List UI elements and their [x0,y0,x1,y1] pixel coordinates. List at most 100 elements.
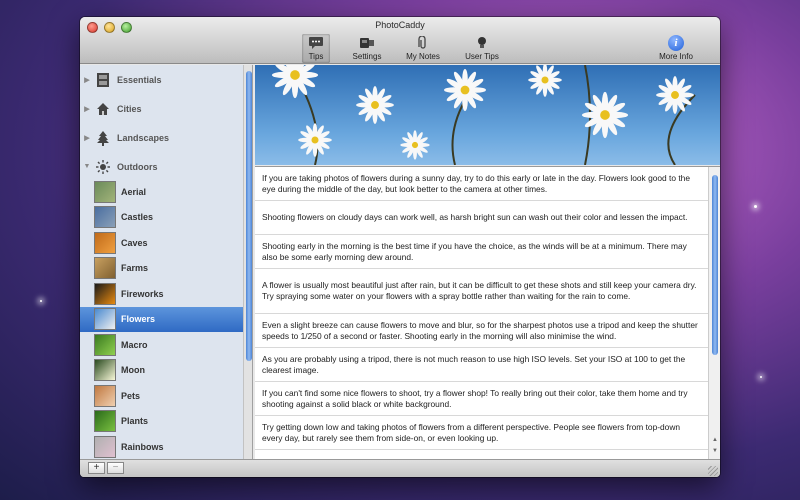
toolbar-more-info-label: More Info [659,52,693,61]
flower-center [541,76,549,84]
toolbar-my-notes-label: My Notes [406,52,440,61]
sidebar-item-label: Pets [121,390,141,401]
sidebar-item-macro[interactable]: Macro [80,332,243,357]
thumbnail-image [94,333,116,356]
desktop-star [754,205,757,208]
sidebar: ▶ Essentials ▶ Cities ▶ Landscapes ▼ Out… [80,65,253,459]
toolbar-user-tips-label: User Tips [465,52,499,61]
window-title: PhotoCaddy [375,20,425,30]
toolbar-more-info-button[interactable]: i More Info [655,34,697,63]
tip-text: A flower is usually most beautiful just … [262,280,697,301]
add-button[interactable]: + [88,462,105,474]
toolbar-tips-button[interactable]: Tips [302,34,330,63]
tip-text: Shooting flowers on cloudy days can work… [262,212,688,222]
sidebar-item-farms[interactable]: Farms [80,256,243,281]
thumbnail-image [94,206,116,228]
thumbnail-image [94,257,116,279]
thumbnail-image [94,180,116,203]
bottom-bar: + − [80,459,720,477]
disclosure-triangle-icon[interactable]: ▶ [80,105,94,113]
tip-item: Even a slight breeze can cause flowers t… [255,314,708,348]
camera-icon [359,36,375,50]
desktop-star [40,300,42,302]
sidebar-group-landscapes[interactable]: ▶ Landscapes [80,125,243,150]
paperclip-icon [415,36,431,50]
sidebar-item-moon[interactable]: Moon [80,358,243,383]
tip-text: Shooting early in the morning is the bes… [262,240,687,262]
sidebar-item-label: Macro [121,339,148,350]
sidebar-group-label: Landscapes [117,132,170,143]
thumbnail-image [94,231,116,254]
sidebar-group-essentials[interactable]: ▶ Essentials [80,67,243,92]
tree-icon [94,129,112,147]
sidebar-item-label: Fireworks [121,288,164,299]
info-glyph: i [668,35,684,51]
tips-list: If you are taking photos of flowers duri… [255,166,720,459]
sidebar-item-castles[interactable]: Castles [80,205,243,230]
tip-item: If you are taking photos of flowers duri… [255,167,708,201]
flower-center [371,101,379,109]
sidebar-group-outdoors[interactable]: ▼ Outdoors [80,154,243,179]
flower-center [600,110,610,120]
lightbulb-icon [474,36,490,50]
toolbar-user-tips-button[interactable]: User Tips [462,34,502,63]
thumbnail-image [94,410,116,432]
disclosure-triangle-icon[interactable]: ▼ [80,163,94,170]
sidebar-group-label: Outdoors [117,161,158,172]
sidebar-item-plants[interactable]: Plants [80,409,243,434]
tip-text: If you are taking photos of flowers duri… [262,172,690,194]
tip-text: If you can't find some nice flowers to s… [262,387,688,409]
thumbnail-image [94,384,116,407]
sidebar-item-aerial[interactable]: Aerial [80,179,243,204]
app-window: PhotoCaddy Tips Settings My Notes User T… [80,17,720,477]
scroll-up-arrow-icon[interactable]: ▲ [710,437,720,443]
speech-bubble-icon [308,36,324,50]
sun-icon [94,158,112,176]
sidebar-item-label: Moon [121,365,145,375]
film-icon [94,71,112,89]
resize-grip-icon[interactable] [708,466,718,476]
sidebar-item-label: Farms [121,263,149,273]
sidebar-group-label: Cities [117,103,142,114]
tip-item: Try getting down low and taking photos o… [255,416,708,450]
sidebar-item-label: Flowers [121,314,156,324]
flower-center [671,91,679,99]
remove-button[interactable]: − [107,462,124,474]
sidebar-item-label: Caves [121,237,148,248]
tip-item: Shooting early in the morning is the bes… [255,235,708,269]
flower-center [411,141,419,149]
thumbnail-image [94,308,116,330]
sidebar-item-label: Castles [121,212,154,222]
scroll-down-arrow-icon[interactable]: ▼ [710,448,720,454]
desktop-star [760,376,762,378]
toolbar-settings-button[interactable]: Settings [349,34,385,63]
sidebar-scroll-thumb[interactable] [246,71,252,361]
tip-item: A flower is usually most beautiful just … [255,269,708,314]
tips-scroll-thumb[interactable] [712,175,718,355]
sidebar-item-label: Aerial [121,186,147,197]
house-icon [94,100,112,118]
sidebar-item-pets[interactable]: Pets [80,383,243,408]
tips-scrollbar[interactable]: ▲ ▼ [708,167,720,459]
flower-center [290,70,300,80]
thumbnail-image [94,359,116,381]
thumbnail-image [94,435,116,458]
toolbar-settings-label: Settings [352,52,382,61]
sidebar-item-label: Plants [121,416,149,426]
sidebar-group-cities[interactable]: ▶ Cities [80,96,243,121]
info-icon: i [668,35,684,51]
tip-item: Shooting flowers on cloudy days can work… [255,201,708,235]
sidebar-item-flowers[interactable]: Flowers [80,306,243,332]
sidebar-scrollbar[interactable] [243,65,252,459]
sidebar-group-label: Essentials [117,74,162,85]
disclosure-triangle-icon[interactable]: ▶ [80,76,94,84]
disclosure-triangle-icon[interactable]: ▶ [80,134,94,142]
thumbnail-image [94,282,116,305]
sidebar-item-caves[interactable]: Caves [80,230,243,255]
flower-center [311,136,319,144]
sidebar-item-rainbows[interactable]: Rainbows [80,434,243,459]
titlebar: PhotoCaddy Tips Settings My Notes User T… [80,17,720,64]
sidebar-item-fireworks[interactable]: Fireworks [80,281,243,306]
toolbar-tips-label: Tips [308,52,324,61]
toolbar-my-notes-button[interactable]: My Notes [404,34,442,63]
